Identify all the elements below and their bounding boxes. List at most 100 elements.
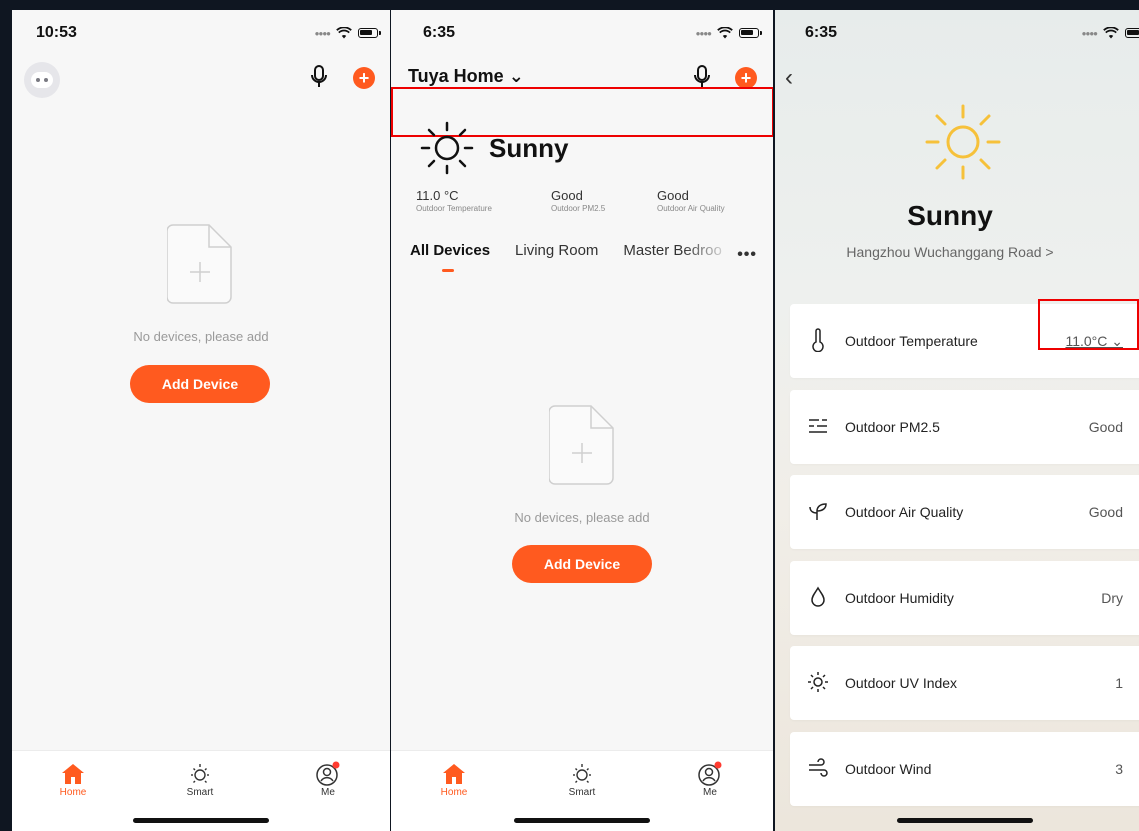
card-label: Outdoor UV Index	[845, 675, 958, 691]
card-outdoor-pm25[interactable]: Outdoor PM2.5 Good	[790, 390, 1139, 464]
tab-smart-label: Smart	[568, 787, 596, 798]
chevron-down-icon: ⌄	[508, 66, 524, 86]
metric-value: Good	[551, 188, 583, 203]
tab-bar: Home Smart Me	[12, 750, 390, 831]
card-label: Outdoor Temperature	[845, 333, 978, 349]
more-icon[interactable]: •••	[737, 246, 757, 264]
phone-screen-home-empty: 10:53 ●●●● + No devices, please add Add …	[12, 10, 390, 831]
highlight-box	[1038, 299, 1139, 350]
wifi-icon	[717, 27, 733, 39]
tab-me[interactable]: Me	[298, 761, 358, 798]
home-name: Tuya Home	[408, 66, 504, 86]
tab-all-devices[interactable]: All Devices	[410, 242, 490, 259]
sun-icon	[420, 121, 474, 175]
droplet-icon	[811, 586, 825, 607]
add-device-button[interactable]: Add Device	[512, 545, 652, 583]
robot-face-icon	[31, 72, 53, 88]
card-outdoor-uv-index[interactable]: Outdoor UV Index 1	[790, 646, 1139, 720]
wifi-icon	[1103, 27, 1119, 39]
home-indicator	[897, 818, 1033, 823]
weather-summary[interactable]: Sunny	[419, 120, 568, 176]
card-value: 1	[1115, 675, 1123, 691]
signal-icon: ●●●●	[314, 28, 331, 38]
battery-icon	[739, 28, 762, 38]
tab-smart[interactable]: Smart	[170, 761, 230, 798]
phone-screen-weather-detail: 6:35 ●●●● ‹ Sunny Hangzhou Wuchanggang R…	[775, 10, 1139, 831]
sun-icon	[925, 104, 1001, 180]
tab-bar: Home Smart Me	[391, 750, 773, 831]
home-indicator	[133, 818, 269, 823]
home-indicator	[514, 818, 650, 823]
weather-condition: Sunny	[489, 132, 569, 163]
card-label: Outdoor Air Quality	[845, 504, 964, 520]
card-label: Outdoor Wind	[845, 761, 932, 777]
signal-icon: ●●●●	[695, 28, 712, 38]
card-outdoor-wind[interactable]: Outdoor Wind 3	[790, 732, 1139, 806]
tab-home-label: Home	[440, 787, 468, 798]
thermometer-icon	[812, 328, 824, 352]
add-device-button[interactable]: Add Device	[130, 365, 270, 403]
home-icon	[443, 764, 465, 784]
battery-icon	[358, 28, 381, 38]
card-label: Outdoor PM2.5	[845, 419, 940, 435]
metric-pm25: Good Outdoor PM2.5	[551, 188, 657, 213]
empty-message: No devices, please add	[133, 329, 269, 344]
room-tabs: All Devices Living Room Master Bedroo	[410, 242, 763, 259]
tab-master-bedroom[interactable]: Master Bedroo	[623, 242, 721, 259]
metric-label: Outdoor PM2.5	[551, 204, 606, 213]
tab-living-room[interactable]: Living Room	[515, 242, 598, 259]
metric-value: Good	[657, 188, 689, 203]
tab-me[interactable]: Me	[680, 761, 740, 798]
metric-value: 11.0 °C	[416, 188, 459, 203]
wifi-icon	[336, 27, 352, 39]
tab-smart[interactable]: Smart	[552, 761, 612, 798]
add-icon[interactable]: +	[353, 67, 375, 89]
active-tab-indicator	[442, 269, 454, 272]
user-icon	[698, 761, 722, 786]
tab-me-label: Me	[703, 787, 717, 798]
metric-label: Outdoor Air Quality	[657, 204, 725, 213]
location-link[interactable]: Hangzhou Wuchanggang Road >	[775, 244, 1125, 260]
back-icon[interactable]: ‹	[785, 64, 793, 92]
card-label: Outdoor Humidity	[845, 590, 954, 606]
microphone-icon[interactable]	[309, 64, 329, 90]
card-outdoor-air-quality[interactable]: Outdoor Air Quality Good	[790, 475, 1139, 549]
empty-message: No devices, please add	[514, 510, 650, 525]
card-value: Dry	[1101, 590, 1123, 606]
home-selector[interactable]: Tuya Home ⌄	[408, 66, 524, 87]
avatar[interactable]	[24, 62, 60, 98]
uv-icon	[808, 672, 828, 692]
phone-screen-home-weather: 6:35 ●●●● Tuya Home ⌄ + Sunny 11.0 °C Ou…	[391, 10, 773, 831]
sun-icon	[191, 764, 209, 783]
metric-temperature: 11.0 °C Outdoor Temperature	[416, 188, 551, 213]
empty-document-icon	[549, 405, 614, 485]
battery-icon	[1125, 28, 1139, 38]
metric-label: Outdoor Temperature	[416, 204, 492, 213]
status-time: 6:35	[805, 24, 838, 41]
pm25-icon	[809, 419, 827, 433]
metric-air-quality: Good Outdoor Air Quality	[657, 188, 725, 213]
card-outdoor-humidity[interactable]: Outdoor Humidity Dry	[790, 561, 1139, 635]
tab-home-label: Home	[59, 787, 87, 798]
home-icon	[62, 764, 84, 784]
status-icons: ●●●●	[314, 27, 381, 39]
sun-icon	[573, 764, 591, 783]
tab-home[interactable]: Home	[424, 761, 484, 798]
tab-smart-label: Smart	[186, 787, 214, 798]
card-value: Good	[1088, 504, 1123, 520]
weather-metrics: 11.0 °C Outdoor Temperature Good Outdoor…	[416, 188, 755, 213]
card-value: Good	[1088, 419, 1123, 435]
add-icon[interactable]: +	[735, 67, 757, 89]
status-bar: 6:35 ●●●●	[775, 10, 1139, 54]
tab-me-label: Me	[321, 787, 335, 798]
status-icons: ●●●●	[695, 27, 762, 39]
tab-home[interactable]: Home	[43, 761, 103, 798]
status-bar: 10:53 ●●●●	[12, 10, 390, 54]
leaf-icon	[809, 503, 827, 520]
weather-condition: Sunny	[907, 200, 993, 231]
status-time: 6:35	[423, 24, 456, 41]
status-time: 10:53	[36, 24, 77, 41]
status-bar: 6:35 ●●●●	[391, 10, 773, 54]
card-value: 3	[1115, 761, 1123, 777]
wind-icon	[809, 758, 828, 777]
